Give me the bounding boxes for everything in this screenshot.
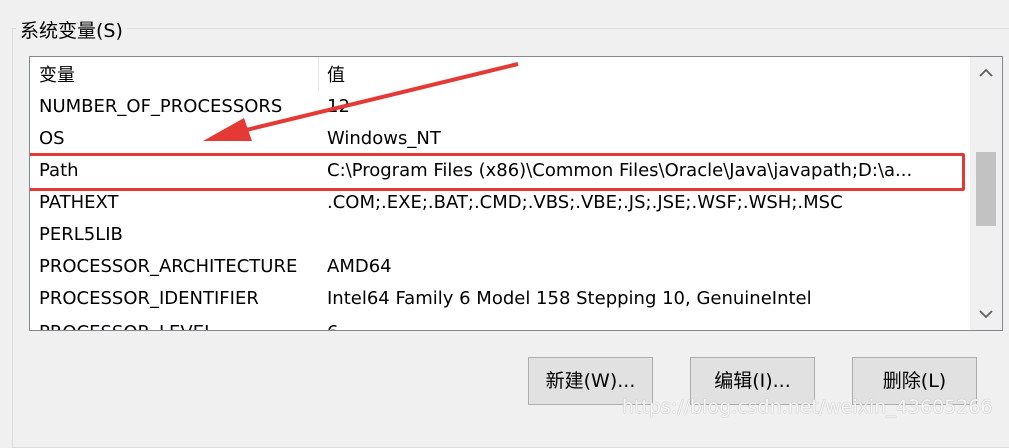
variable-value: AMD64 <box>327 256 392 277</box>
variable-name: PATHEXT <box>39 192 119 213</box>
vertical-scrollbar[interactable] <box>970 57 1002 330</box>
table-row-path[interactable]: Path C:\Program Files (x86)\Common Files… <box>30 155 970 187</box>
variable-name: PROCESSOR_IDENTIFIER <box>39 288 259 309</box>
variable-name: OS <box>39 128 65 149</box>
table-row[interactable]: OS Windows_NT <box>30 123 970 155</box>
column-header-variable[interactable]: 变量 <box>39 57 75 91</box>
variable-value: .COM;.EXE;.BAT;.CMD;.VBS;.VBE;.JS;.JSE;.… <box>327 192 843 213</box>
chevron-down-icon[interactable] <box>970 298 1002 330</box>
variable-value <box>327 219 961 251</box>
table-row[interactable]: NUMBER_OF_PROCESSORS 12 <box>30 91 970 123</box>
watermark-text: https://blog.csdn.net/weixin_43605266 <box>622 396 993 418</box>
variable-value: Intel64 Family 6 Model 158 Stepping 10, … <box>327 288 812 309</box>
column-header-value[interactable]: 值 <box>327 57 345 91</box>
table-row[interactable]: PROCESSOR_IDENTIFIER Intel64 Family 6 Mo… <box>30 283 970 315</box>
variable-name: Path <box>39 160 79 181</box>
variable-value: Windows_NT <box>327 128 441 149</box>
table-row[interactable]: PERL5LIB <box>30 219 970 251</box>
table-row[interactable]: PROCESSOR_LEVEL 6 <box>30 317 970 330</box>
scrollbar-thumb[interactable] <box>976 152 996 226</box>
system-variables-list[interactable]: 变量 值 NUMBER_OF_PROCESSORS 12 OS Windows_… <box>29 56 1003 331</box>
variable-name: PROCESSOR_LEVEL <box>39 317 321 330</box>
table-row[interactable]: PATHEXT .COM;.EXE;.BAT;.CMD;.VBS;.VBE;.J… <box>30 187 970 219</box>
variable-name: NUMBER_OF_PROCESSORS <box>39 96 283 117</box>
variable-name: PROCESSOR_ARCHITECTURE <box>39 256 298 277</box>
group-title: 系统变量(S) <box>16 16 127 43</box>
variable-value: 6 <box>327 317 961 330</box>
table-row[interactable]: PROCESSOR_ARCHITECTURE AMD64 <box>30 251 970 283</box>
list-header: 变量 值 <box>30 57 970 91</box>
chevron-up-icon[interactable] <box>970 57 1002 89</box>
variable-name: PERL5LIB <box>39 224 123 245</box>
variable-value: 12 <box>327 96 350 117</box>
variable-value: C:\Program Files (x86)\Common Files\Orac… <box>327 160 913 181</box>
column-divider[interactable] <box>318 57 319 91</box>
